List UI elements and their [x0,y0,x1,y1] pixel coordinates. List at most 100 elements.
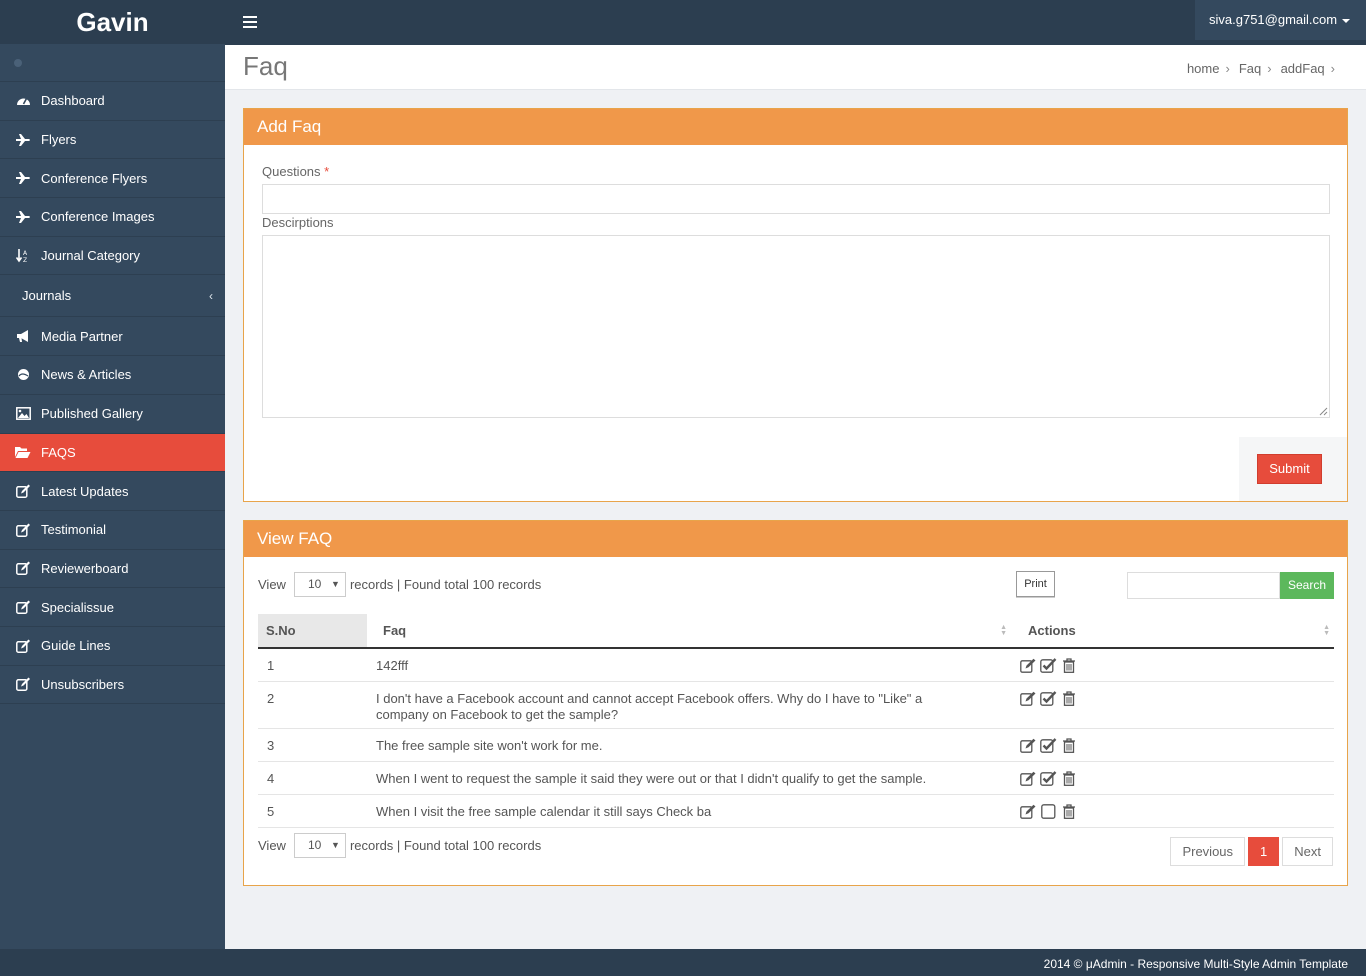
search-button[interactable]: Search [1280,572,1334,599]
plane-icon [15,133,31,147]
trash-icon[interactable] [1060,690,1077,707]
resize-handle-icon[interactable] [1319,407,1328,416]
sidebar-item-label: Unsubscribers [41,676,125,692]
edit-icon[interactable] [1020,770,1037,787]
current-page-button[interactable]: 1 [1248,837,1280,866]
sidebar-item-testimonial[interactable]: Testimonial [0,511,225,550]
sidebar-item-news-articles[interactable]: News & Articles [0,356,225,395]
edit-icon[interactable] [1020,657,1037,674]
sidebar-item-faqs[interactable]: FAQS [0,433,225,473]
sidebar-item-flyers[interactable]: Flyers [0,121,225,160]
view-label: View [258,577,286,592]
sidebar-item-specialissue[interactable]: Specialissue [0,588,225,627]
sidebar-item-unsubscribers[interactable]: Unsubscribers [0,666,225,705]
caret-down-icon [1342,18,1351,23]
brand-logo[interactable]: Gavin [0,0,225,44]
chevron-left-icon: ‹ [209,288,213,303]
cell-actions [1020,803,1077,820]
user-menu-dropdown[interactable]: siva.g751@gmail.com [1195,0,1366,40]
cell-faq: The free sample site won't work for me. [376,738,603,753]
cell-faq: When I visit the free sample calendar it… [376,804,712,819]
page-header: Faq home › Faq › addFaq › [225,45,1366,90]
chevron-right-icon: › [1330,61,1335,76]
cell-sno: 2 [267,691,275,706]
trash-icon[interactable] [1060,737,1077,754]
next-page-button[interactable]: Next [1282,837,1333,866]
check-square-icon[interactable] [1040,770,1057,787]
page-title: Faq [243,51,288,81]
trash-icon[interactable] [1060,770,1077,787]
status-dot-icon [14,59,22,67]
select-arrow-icon: ▼ [331,579,340,589]
edit-icon [15,523,31,537]
sidebar-item-media-partner[interactable]: Media Partner [0,317,225,357]
check-square-icon[interactable] [1040,657,1057,674]
column-header-actions[interactable]: Actions ▲ ▼ [1028,614,1334,647]
chevron-right-icon: › [1225,61,1230,76]
bullhorn-icon [15,329,31,343]
descriptions-textarea[interactable] [262,235,1330,418]
sidebar-item-guide-lines[interactable]: Guide Lines [0,627,225,666]
table-row: 2 I don't have a Facebook account and can… [258,682,1334,729]
sort-icon: ▲ ▼ [1323,624,1330,637]
square-icon[interactable] [1040,803,1057,820]
sidebar-item-label: Testimonial [41,522,107,538]
sidebar-item-label: Specialissue [41,599,114,615]
edit-icon[interactable] [1020,737,1037,754]
sidebar-item-dashboard[interactable]: Dashboard [0,82,225,121]
required-mark: * [324,164,330,179]
view-faq-title: View FAQ [244,521,1347,557]
plane-icon [15,171,31,185]
sort-icon: ▲ ▼ [1000,624,1007,637]
sidebar-item-journal-category[interactable]: A Z Journal Category [0,237,225,276]
submit-button[interactable]: Submit [1257,454,1322,484]
breadcrumb-home[interactable]: home [1187,61,1220,76]
previous-page-button[interactable]: Previous [1170,837,1246,866]
trash-icon[interactable] [1060,657,1077,674]
folder-open-icon [15,445,31,459]
sidebar-item-label: FAQS [41,444,76,460]
check-square-icon[interactable] [1040,737,1057,754]
cell-faq: When I went to request the sample it sai… [376,771,927,786]
top-navbar: siva.g751@gmail.com [225,0,1366,45]
trash-icon[interactable] [1060,803,1077,820]
sidebar-item-label: News & Articles [41,367,132,383]
sidebar-item-reviewerboard[interactable]: Reviewerboard [0,550,225,589]
column-header-sno[interactable]: S.No [258,614,367,647]
search-input[interactable] [1127,572,1280,599]
questions-input[interactable] [262,184,1330,214]
print-button[interactable]: Print [1016,571,1055,597]
page-size-value: 10 [307,838,322,852]
sidebar-item-conference-flyers[interactable]: Conference Flyers [0,159,225,199]
column-header-faq[interactable]: Faq ▲ ▼ [367,614,1011,647]
sidebar-item-label: Journals [22,288,72,304]
sidebar-item-published-gallery[interactable]: Published Gallery [0,395,225,434]
sidebar-item-latest-updates[interactable]: Latest Updates [0,472,225,511]
sidebar-item-conference-images[interactable]: Conference Images [0,198,225,237]
page-size-value: 10 [307,577,322,591]
footer-text: 2014 © μAdmin - Responsive Multi-Style A… [0,949,1366,976]
dashboard-icon [15,94,31,108]
page-size-control-top: View 10 ▼ records | Found total 100 recor… [258,572,541,597]
edit-icon[interactable] [1020,803,1037,820]
cell-sno: 4 [267,771,275,786]
sidebar-item-journals[interactable]: Journals ‹ [0,275,225,318]
page-size-select[interactable]: 10 ▼ [293,572,346,597]
sidebar-item-label: Reviewerboard [41,560,129,576]
menu-toggle-icon[interactable] [243,16,257,31]
chevron-right-icon: › [1267,61,1272,76]
breadcrumb-addfaq[interactable]: addFaq [1281,61,1325,76]
cell-actions [1020,737,1077,754]
page-size-select[interactable]: 10 ▼ [293,833,346,858]
add-faq-panel: Add Faq Questions * Descirptions Submit [243,108,1348,502]
edit-icon [15,484,31,498]
column-label-sno: S.No [266,623,296,638]
breadcrumb-faq[interactable]: Faq [1239,61,1261,76]
cell-faq: 142fff [376,658,409,673]
edit-icon[interactable] [1020,690,1037,707]
sidebar: Gavin Dashboard Flyers Conference Flyers Co… [0,0,225,949]
check-square-icon[interactable] [1040,690,1057,707]
sidebar-item-label: Guide Lines [41,638,111,654]
breadcrumb: home › Faq › addFaq › [1187,61,1344,76]
table-row: 1 142fff [258,649,1334,682]
